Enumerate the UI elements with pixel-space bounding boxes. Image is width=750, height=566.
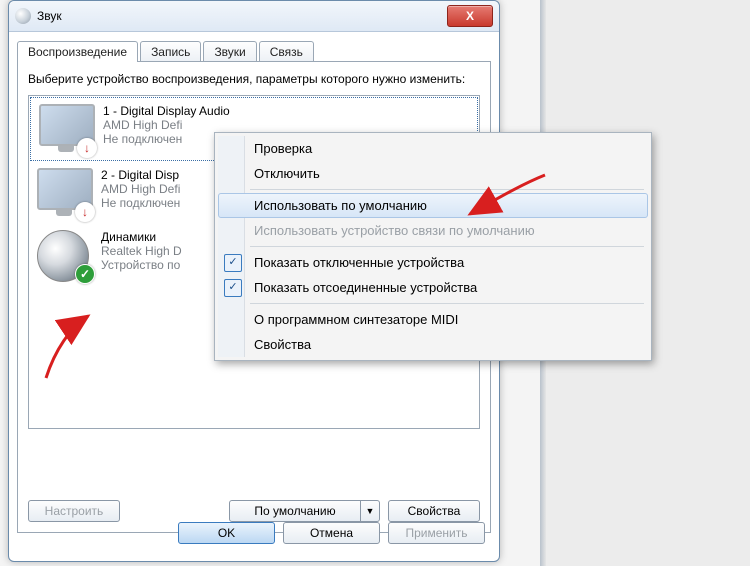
arrow-down-icon: ↓	[75, 202, 95, 222]
menu-separator	[250, 303, 644, 304]
device-status: Не подключен	[103, 132, 230, 146]
check-icon: ✓	[75, 264, 95, 284]
tab-sounds[interactable]: Звуки	[203, 41, 256, 62]
menu-separator	[250, 189, 644, 190]
dialog-button-row: OK Отмена Применить	[17, 513, 491, 553]
window-title: Звук	[37, 9, 62, 23]
menu-item: Использовать устройство связи по умолчан…	[218, 218, 648, 243]
device-status: Не подключен	[101, 196, 180, 210]
tab-playback[interactable]: Воспроизведение	[17, 41, 138, 62]
device-text: 1 - Digital Display Audio AMD High Defi …	[103, 104, 230, 154]
device-text: 2 - Digital Disp AMD High Defi Не подклю…	[101, 168, 180, 218]
device-sub: AMD High Defi	[101, 182, 180, 196]
device-title: Динамики	[101, 230, 182, 244]
device-title: 1 - Digital Display Audio	[103, 104, 230, 118]
titlebar[interactable]: Звук X	[9, 1, 499, 32]
menu-item[interactable]: Показать отключенные устройства✓	[218, 250, 648, 275]
menu-item[interactable]: Использовать по умолчанию	[218, 193, 648, 218]
device-sub: AMD High Defi	[103, 118, 230, 132]
menu-separator	[250, 246, 644, 247]
menu-item[interactable]: Отключить	[218, 161, 648, 186]
monitor-icon: ↓	[39, 104, 93, 154]
menu-item[interactable]: Показать отсоединенные устройства✓	[218, 275, 648, 300]
speaker-icon: ✓	[37, 230, 91, 280]
menu-item[interactable]: Проверка	[218, 136, 648, 161]
device-status: Устройство по	[101, 258, 182, 272]
close-button[interactable]: X	[447, 5, 493, 27]
device-sub: Realtek High D	[101, 244, 182, 258]
apply-button[interactable]: Применить	[388, 522, 485, 544]
arrow-down-icon: ↓	[77, 138, 97, 158]
cancel-button[interactable]: Отмена	[283, 522, 380, 544]
tab-record[interactable]: Запись	[140, 41, 201, 62]
check-icon: ✓	[224, 254, 242, 272]
ok-button[interactable]: OK	[178, 522, 275, 544]
tabstrip: Воспроизведение Запись Звуки Связь	[17, 39, 491, 61]
menu-item[interactable]: Свойства	[218, 332, 648, 357]
tab-communications[interactable]: Связь	[259, 41, 314, 62]
context-menu[interactable]: ПроверкаОтключить Использовать по умолчан…	[214, 132, 652, 361]
device-title: 2 - Digital Disp	[101, 168, 180, 182]
check-icon: ✓	[224, 279, 242, 297]
sound-icon	[15, 8, 31, 24]
device-text: Динамики Realtek High D Устройство по	[101, 230, 182, 280]
close-icon: X	[466, 9, 474, 23]
menu-item[interactable]: О программном синтезаторе MIDI	[218, 307, 648, 332]
instruction-text: Выберите устройство воспроизведения, пар…	[28, 72, 480, 87]
monitor-icon: ↓	[37, 168, 91, 218]
